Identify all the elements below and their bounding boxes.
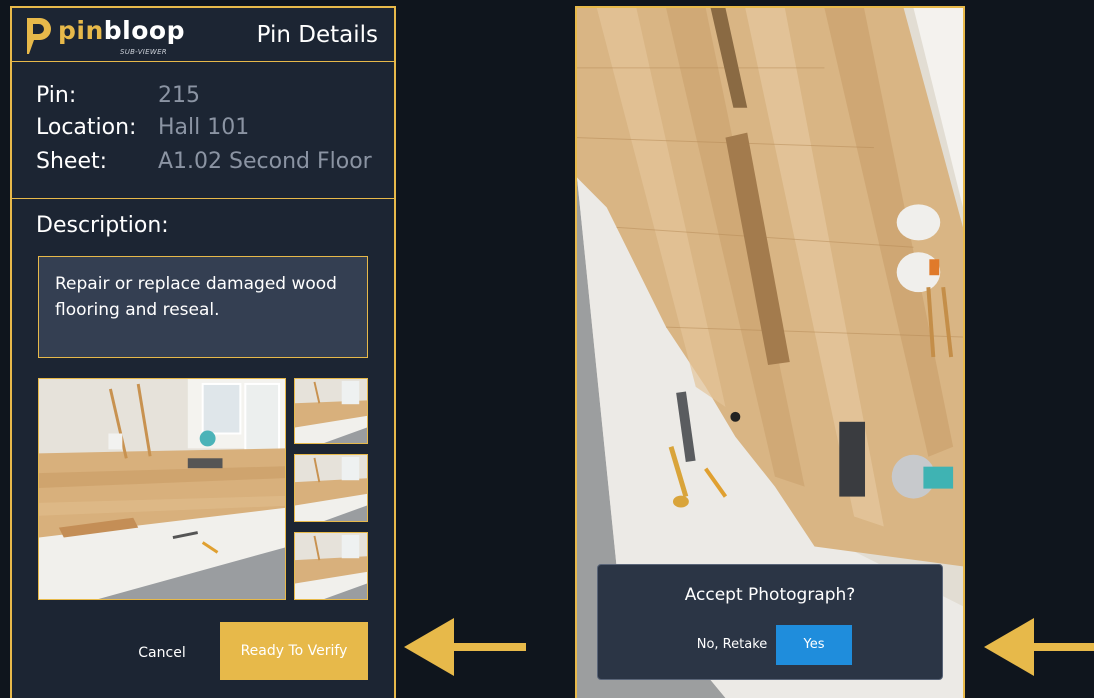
sheet-row: Sheet: A1.02 Second Floor — [36, 148, 372, 176]
photo-thumbnail[interactable] — [294, 532, 368, 600]
brand-word-part1: pin — [58, 16, 104, 45]
pin-row: Pin: 215 — [36, 82, 200, 110]
brand-word-part2: bloop — [103, 16, 185, 45]
brand-subtitle: SUB-VIEWER — [120, 48, 167, 56]
description-label: Description: — [36, 213, 169, 238]
camera-preview-panel: Accept Photograph? No, Retake Yes — [575, 6, 965, 698]
cancel-button[interactable]: Cancel — [127, 639, 197, 667]
pinbloop-logo-icon — [27, 18, 51, 54]
pin-info-section: Pin: 215 Location: Hall 101 Sheet: A1.02… — [12, 62, 394, 199]
main-photo[interactable] — [38, 378, 286, 600]
accept-photo-dialog: Accept Photograph? No, Retake Yes — [597, 564, 943, 680]
location-row: Location: Hall 101 — [36, 114, 249, 142]
pin-details-panel: pinbloop SUB-VIEWER Pin Details Pin: 215… — [10, 6, 396, 698]
pin-label: Pin: — [36, 83, 77, 108]
description-text: Repair or replace damaged wood flooring … — [38, 256, 368, 358]
sheet-value: A1.02 Second Floor — [158, 149, 372, 174]
ready-to-verify-button[interactable]: Ready To Verify — [220, 622, 368, 680]
yes-button[interactable]: Yes — [776, 625, 852, 665]
app-header: pinbloop SUB-VIEWER Pin Details — [12, 8, 394, 62]
photo-thumbnail[interactable] — [294, 378, 368, 444]
pin-value: 215 — [158, 83, 200, 108]
sheet-label: Sheet: — [36, 149, 108, 174]
dialog-title: Accept Photograph? — [684, 585, 856, 605]
photo-thumbnail[interactable] — [294, 454, 368, 522]
arrow-left-icon — [404, 618, 526, 676]
retake-button[interactable]: No, Retake — [684, 625, 780, 665]
arrow-left-icon — [984, 618, 1094, 676]
page-title: Pin Details — [256, 22, 378, 48]
location-value: Hall 101 — [158, 115, 250, 140]
brand-wordmark: pinbloop — [58, 16, 185, 45]
location-label: Location: — [36, 115, 137, 140]
